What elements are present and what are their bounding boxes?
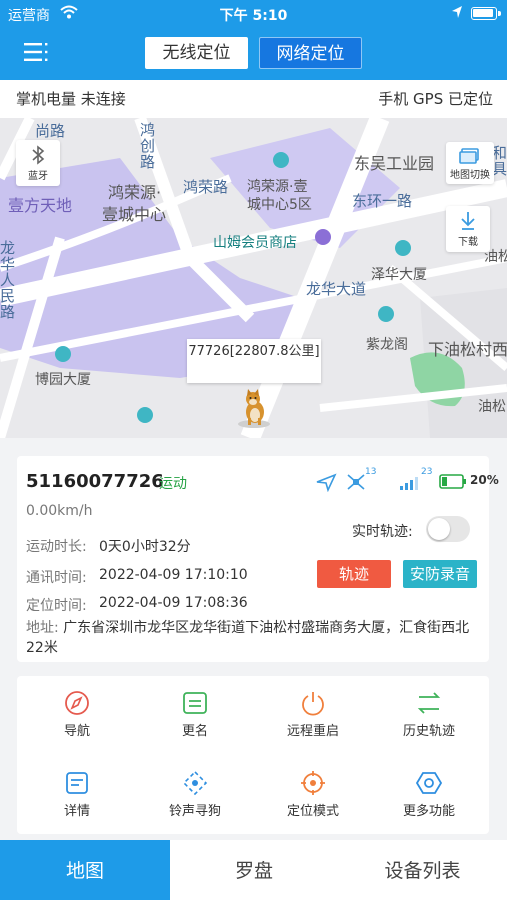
function-grid: 导航 更名 远程重启 历史轨迹 详情 铃声寻狗 定位模式 更多功能	[17, 676, 489, 834]
history-track-button[interactable]: 历史轨迹	[384, 690, 474, 739]
map-label: 龙华大道	[306, 280, 367, 298]
map-label: 鸿创路	[140, 121, 156, 171]
map-label: 壹城中心	[102, 205, 167, 224]
details-icon	[66, 772, 88, 794]
device-battery-level: 20%	[470, 473, 499, 487]
tab-wireless-location[interactable]: 无线定位	[145, 37, 248, 69]
device-marker-popup[interactable]: 77726[22807.8公里]	[187, 339, 321, 383]
navigate-label: 导航	[63, 724, 90, 739]
status-time: 下午 5:10	[219, 8, 288, 24]
tab-network-location[interactable]: 网络定位	[259, 37, 362, 69]
app-header: 运营商 下午 5:10 无线定位 网络定位	[0, 0, 507, 80]
map-switch-icon	[459, 148, 479, 164]
phone-gps-status: 手机 GPS 已定位	[378, 90, 493, 108]
comm-time-label: 通讯时间:	[26, 570, 87, 586]
security-recording-button[interactable]: 安防录音	[403, 560, 477, 588]
map-label: 尚路	[35, 122, 66, 140]
device-battery-icon	[439, 474, 466, 489]
more-functions-button[interactable]: 更多功能	[384, 770, 474, 819]
map-label: 博园大厦	[35, 372, 91, 388]
bluetooth-label: 蓝牙	[28, 171, 48, 182]
comm-time-value: 2022-04-09 17:10:10	[99, 567, 248, 583]
map-label: 山姆会员商店	[213, 235, 297, 251]
map-label: 泽华大厦	[371, 267, 427, 283]
bottom-tab-bar: 地图 罗盘 设备列表	[0, 840, 507, 900]
map-label: 油松	[478, 399, 506, 415]
device-info-card: 51160077726 运动 13 23 20% 0.00km/h 运动时长: …	[17, 456, 499, 662]
locate-time-label: 定位时间:	[26, 598, 87, 614]
more-hex-icon	[416, 772, 442, 794]
rename-icon	[183, 692, 207, 714]
handset-battery-status: 掌机电量 未连接	[16, 90, 126, 108]
device-speed: 0.00km/h	[26, 503, 93, 519]
offline-download-button[interactable]: 下载	[446, 206, 490, 252]
locate-time-value: 2022-04-09 17:08:36	[99, 595, 248, 611]
map-label: 鸿荣源·	[108, 183, 162, 202]
map-label: 具	[492, 160, 507, 178]
ring-find-label: 铃声寻狗	[168, 804, 221, 819]
map-label: 紫龙阁	[366, 337, 408, 353]
dog-marker-icon[interactable]	[234, 388, 274, 430]
realtime-track-label: 实时轨迹:	[352, 524, 413, 540]
remote-restart-label: 远程重启	[286, 724, 339, 739]
details-label: 详情	[63, 804, 90, 819]
download-label: 下载	[458, 237, 478, 248]
map-label: 壹方天地	[8, 196, 73, 215]
crosshair-icon	[301, 771, 325, 795]
status-bar: 运营商 下午 5:10	[0, 0, 507, 28]
address-text: 广东省深圳市龙华区龙华街道下油松村盛瑞商务大厦，汇食街西北22米	[26, 620, 470, 656]
tab-device-list[interactable]: 设备列表	[338, 840, 507, 900]
battery-tip	[498, 11, 501, 16]
signal-strength: 23	[421, 467, 433, 477]
history-track-icon	[417, 692, 441, 714]
tab-compass[interactable]: 罗盘	[170, 840, 338, 900]
satellite-count: 13	[365, 467, 377, 477]
device-imei: 51160077726	[26, 471, 164, 492]
power-icon	[302, 692, 324, 716]
bluetooth-button[interactable]: 蓝牙	[16, 140, 60, 186]
map-switch-button[interactable]: 地图切换	[446, 142, 494, 184]
history-track-label: 历史轨迹	[402, 724, 455, 739]
map-label: 城中心5区	[247, 197, 312, 213]
location-mode-label: 定位模式	[286, 804, 339, 819]
realtime-track-toggle[interactable]	[426, 516, 470, 542]
connection-info-bar: 掌机电量 未连接 手机 GPS 已定位	[0, 80, 507, 118]
duration-label: 运动时长:	[26, 539, 87, 555]
map-label: 东环一路	[352, 192, 413, 210]
location-mode-button[interactable]: 定位模式	[268, 770, 358, 819]
tab-map[interactable]: 地图	[0, 840, 170, 900]
download-icon	[461, 212, 475, 230]
menu-icon[interactable]	[24, 42, 48, 62]
ring-find-dog-button[interactable]: 铃声寻狗	[150, 770, 240, 819]
track-button[interactable]: 轨迹	[317, 560, 391, 588]
map-switch-label: 地图切换	[450, 170, 490, 181]
address-label: 地址:	[26, 620, 59, 636]
map-label: 鸿荣源·壹	[247, 179, 308, 195]
navigate-button[interactable]: 导航	[32, 690, 122, 739]
satellite-icon	[347, 474, 365, 490]
bluetooth-icon	[32, 145, 45, 165]
map-label: 下油松村西	[428, 340, 507, 359]
duration-value: 0天0小时32分	[99, 539, 191, 555]
navigate-icon	[65, 691, 89, 715]
device-address: 地址: 广东省深圳市龙华区龙华街道下油松村盛瑞商务大厦，汇食街西北22米	[26, 618, 478, 658]
ring-find-icon	[182, 770, 208, 796]
gps-satellite-icon	[316, 473, 337, 492]
motion-status: 运动	[159, 476, 187, 492]
more-functions-label: 更多功能	[402, 804, 455, 819]
signal-bars-icon	[400, 477, 418, 490]
map-label: 龙华人民路	[0, 239, 16, 321]
map-label: 鸿荣路	[183, 178, 229, 196]
rename-label: 更名	[181, 724, 208, 739]
details-button[interactable]: 详情	[32, 770, 122, 819]
location-arrow-icon	[452, 6, 462, 18]
map-label: 东吴工业园	[354, 154, 435, 173]
rename-button[interactable]: 更名	[150, 690, 240, 739]
battery-icon	[471, 7, 497, 20]
remote-restart-button[interactable]: 远程重启	[268, 690, 358, 739]
